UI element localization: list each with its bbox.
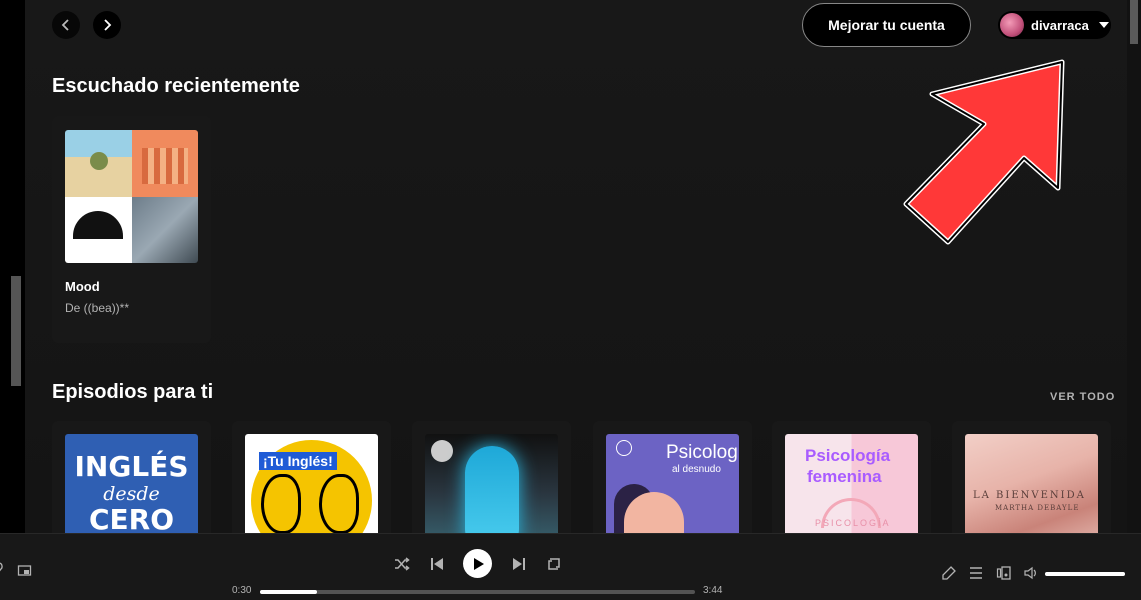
forward-button[interactable] (93, 11, 121, 39)
player-bar: 0:30 3:44 (0, 533, 1141, 600)
episode-cover: ¡Tu Inglés! (245, 434, 378, 533)
cover-text: ¡Tu Inglés! (259, 452, 337, 470)
episode-cover: Psicología femenina PSICOLOGÍA (785, 434, 918, 533)
chevron-right-icon (104, 19, 112, 31)
cover-text: Psicología (805, 446, 891, 465)
episode-card[interactable]: INGLÉS desde CERO (52, 421, 211, 533)
cover-quadrant-2 (131, 130, 198, 197)
cover-text: CERO (88, 503, 175, 533)
playlist-subtitle: De ((bea))** (65, 301, 130, 315)
previous-track-icon[interactable] (428, 555, 446, 573)
cover-swirl (465, 446, 519, 533)
user-menu-button[interactable]: divarraca (998, 11, 1111, 39)
red-arrow-icon (903, 59, 1065, 245)
cover-text: MARTHA DEBAYLE (995, 504, 1080, 512)
sidebar-scrollbar[interactable] (11, 276, 21, 386)
playlist-title: Mood (65, 279, 100, 294)
back-button[interactable] (52, 11, 80, 39)
scrollbar-thumb[interactable] (1130, 0, 1138, 44)
heart-icon[interactable] (0, 562, 8, 576)
episode-card[interactable]: LA BIENVENIDA MARTHA DEBAYLE (952, 421, 1111, 533)
next-track-icon[interactable] (510, 555, 528, 573)
user-name: divarraca (1031, 17, 1089, 33)
main-view: Mejorar tu cuenta divarraca Escuchado re… (25, 0, 1127, 533)
volume-slider[interactable] (1045, 572, 1125, 576)
cover-text: INGLÉS (74, 450, 189, 483)
face-outline (261, 474, 301, 533)
main-scrollbar[interactable] (1127, 0, 1141, 533)
cover-quadrant-4 (131, 196, 198, 263)
microphone-icon[interactable] (941, 565, 957, 581)
progress-bar[interactable] (260, 590, 695, 594)
cover-quadrant-1 (65, 130, 132, 197)
recent-section-title: Escuchado recientemente (52, 75, 300, 97)
cover-text: al desnudo (672, 464, 721, 475)
face-outline (319, 474, 359, 533)
cover-badge (431, 440, 453, 462)
play-icon (473, 557, 484, 570)
picture-in-picture-icon[interactable] (17, 564, 33, 578)
elapsed-time: 0:30 (232, 585, 252, 596)
cover-text: Psicología (666, 442, 739, 463)
volume-fill (1045, 572, 1125, 576)
repeat-icon[interactable] (545, 555, 563, 573)
brain-icon (616, 440, 632, 456)
sidebar-strip (0, 0, 25, 533)
playlist-card-mood[interactable]: Mood De ((bea))** (52, 116, 211, 343)
volume-icon[interactable] (1023, 565, 1039, 581)
see-all-link[interactable]: VER TODO (1050, 391, 1115, 403)
cover-text: desde (103, 483, 160, 505)
upgrade-button[interactable]: Mejorar tu cuenta (802, 3, 971, 47)
episode-cover: INGLÉS desde CERO (65, 434, 198, 533)
episode-card[interactable] (412, 421, 571, 533)
episode-cover: LA BIENVENIDA MARTHA DEBAYLE (965, 434, 1098, 533)
cover-text: femenina (807, 467, 882, 486)
cover-text: LA BIENVENIDA (973, 490, 1086, 501)
episode-card[interactable]: Psicología al desnudo (593, 421, 752, 533)
connect-device-icon[interactable] (996, 565, 1012, 581)
play-button[interactable] (463, 549, 492, 578)
cover-quadrant-3 (65, 196, 132, 263)
episodes-section-title: Episodios para ti (52, 381, 214, 403)
duration-time: 3:44 (703, 585, 723, 596)
queue-icon[interactable] (968, 565, 984, 581)
avatar (1000, 13, 1024, 37)
playlist-cover (65, 130, 198, 263)
caret-down-icon (1098, 22, 1109, 28)
episode-cover: Psicología al desnudo (606, 434, 739, 533)
cover-text: PSICOLOGÍA (815, 518, 891, 528)
episode-card[interactable]: ¡Tu Inglés! (232, 421, 391, 533)
shuffle-icon[interactable] (393, 555, 411, 573)
episode-card[interactable]: Psicología femenina PSICOLOGÍA (772, 421, 931, 533)
progress-fill (260, 590, 317, 594)
episode-cover (425, 434, 558, 533)
chevron-left-icon (61, 19, 69, 31)
